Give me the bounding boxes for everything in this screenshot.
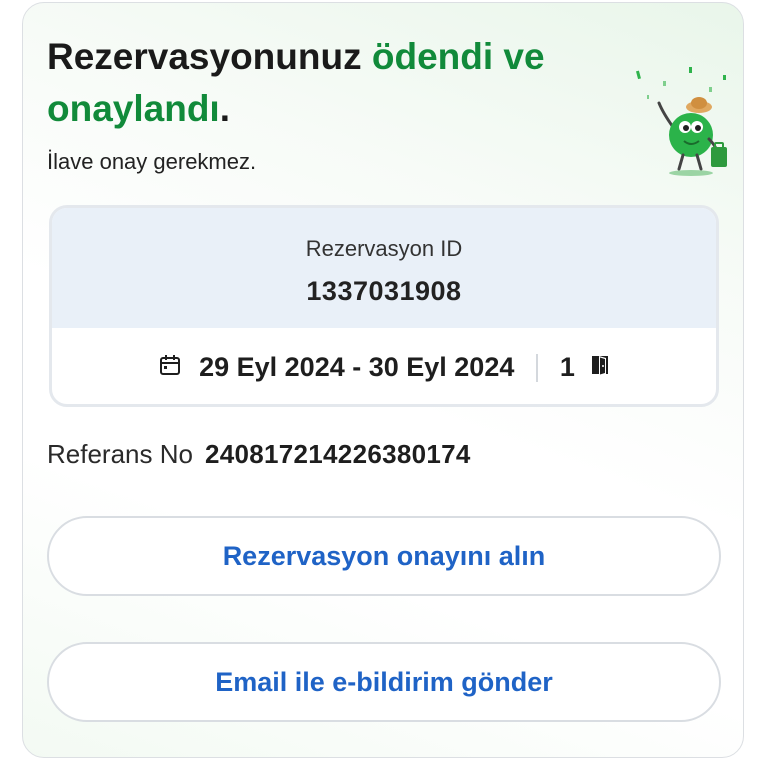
page-title: Rezervasyonunuz ödendi ve onaylandı. [47, 31, 627, 135]
reference-number-row: Referans No 240817214226380174 [47, 439, 471, 470]
subtitle: İlave onay gerekmez. [47, 149, 257, 174]
reservation-id-section: Rezervasyon ID 1337031908 [52, 208, 716, 328]
title-text: Rezervasyonunuz [47, 36, 372, 77]
door-icon [591, 352, 609, 383]
divider [536, 353, 538, 382]
stay-details-row: 29 Eyl 2024 - 30 Eyl 2024 1 [52, 328, 716, 404]
booking-details-box: Rezervasyon ID 1337031908 29 Eyl 2024 - … [49, 205, 719, 407]
booking-confirmation-card: Rezervasyonunuz ödendi ve onaylandı. İla… [22, 2, 744, 758]
get-confirmation-button[interactable]: Rezervasyon onayını alın [47, 516, 721, 596]
reference-value: 240817214226380174 [204, 439, 471, 469]
reservation-id-label: Rezervasyon ID [305, 236, 463, 261]
room-count: 1 [559, 352, 575, 382]
title-period: . [219, 88, 230, 129]
reference-label: Referans No [47, 439, 193, 469]
celebration-mascot-icon [635, 67, 727, 176]
reservation-id-value: 1337031908 [306, 276, 462, 306]
stay-dates: 29 Eyl 2024 - 30 Eyl 2024 [199, 352, 515, 382]
calendar-icon [159, 352, 181, 383]
send-email-button[interactable]: Email ile e-bildirim gönder [47, 642, 721, 722]
